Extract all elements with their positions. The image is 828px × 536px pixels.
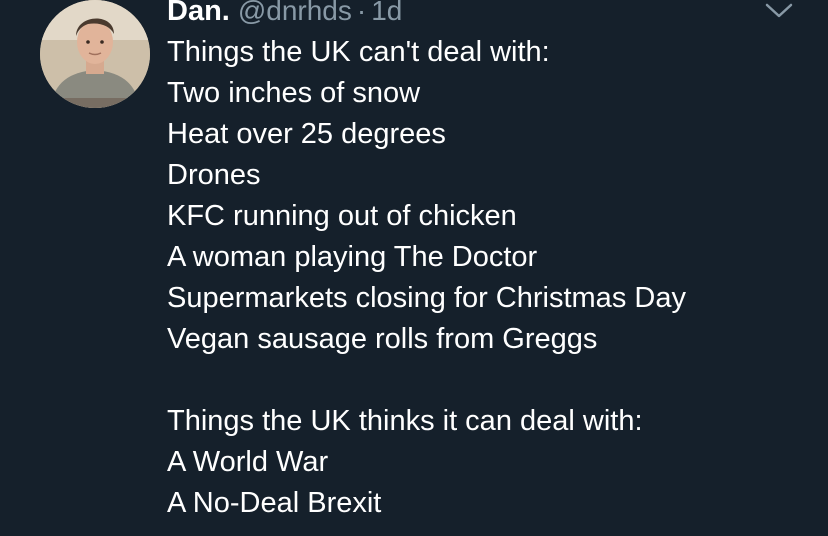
- avatar[interactable]: [40, 0, 150, 108]
- tweet-line: A World War: [167, 446, 329, 478]
- tweet-line: KFC running out of chicken: [167, 200, 517, 232]
- tweet-line: A No-Deal Brexit: [167, 487, 382, 519]
- tweet-line: Things the UK thinks it can deal with:: [167, 405, 643, 437]
- chevron-down-icon[interactable]: [763, 0, 795, 22]
- separator-dot: ·: [356, 0, 367, 26]
- timestamp[interactable]: 1d: [371, 0, 402, 26]
- tweet-line: A woman playing The Doctor: [167, 241, 538, 273]
- tweet-text: Things the UK can't deal with: Two inche…: [167, 32, 807, 524]
- tweet-line: Two inches of snow: [167, 77, 421, 109]
- tweet-line: Heat over 25 degrees: [167, 118, 446, 150]
- tweet: Dan. @dnrhds · 1d Things the UK can't deal …: [0, 0, 828, 536]
- tweet-line: Things the UK can't deal with:: [167, 36, 550, 68]
- tweet-line: Drones: [167, 159, 261, 191]
- display-name[interactable]: Dan.: [167, 0, 230, 27]
- tweet-line: Vegan sausage rolls from Greggs: [167, 323, 598, 355]
- user-handle[interactable]: @dnrhds: [238, 0, 352, 26]
- profile-photo-icon: [40, 0, 150, 108]
- tweet-header: Dan. @dnrhds · 1d: [167, 0, 402, 31]
- tweet-line: Supermarkets closing for Christmas Day: [167, 282, 686, 314]
- paragraph-break: [167, 360, 807, 401]
